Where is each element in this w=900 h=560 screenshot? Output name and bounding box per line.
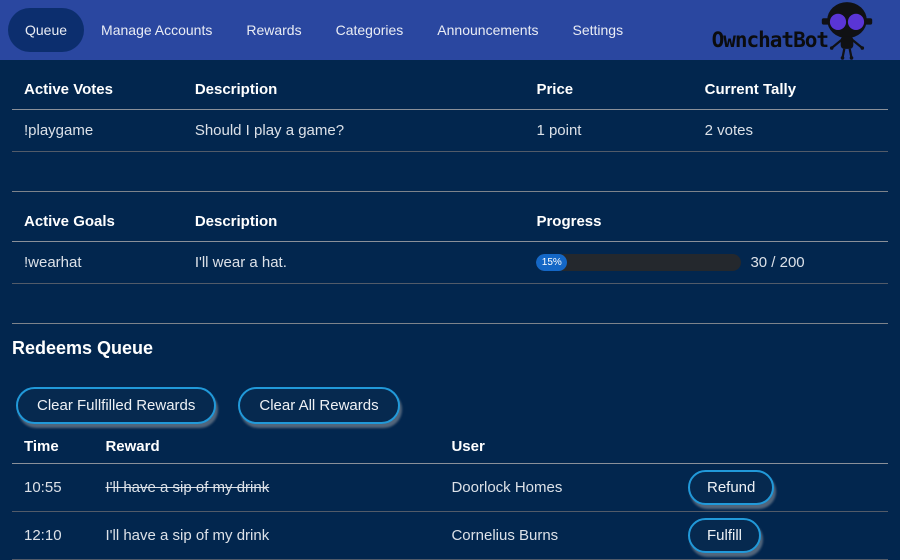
votes-header-command: Active Votes [12, 72, 183, 110]
nav-item-queue[interactable]: Queue [8, 8, 84, 52]
nav-item-announcements[interactable]: Announcements [420, 8, 555, 52]
votes-header-tally: Current Tally [693, 72, 888, 110]
redeems-header-user: User [439, 432, 676, 464]
redeem-user: Cornelius Burns [439, 512, 676, 560]
nav-item-rewards[interactable]: Rewards [229, 8, 318, 52]
redeems-header-time: Time [12, 432, 93, 464]
table-row: 12:10 I'll have a sip of my drink Cornel… [12, 512, 888, 560]
vote-description: Should I play a game? [183, 110, 525, 152]
progress-percent-label: 15% [542, 258, 562, 268]
page-title: Redeems Queue [12, 338, 888, 359]
redeem-reward: I'll have a sip of my drink [93, 464, 439, 512]
clear-all-rewards-button[interactable]: Clear All Rewards [238, 387, 399, 424]
logo-text: OwnchatBot [712, 30, 828, 60]
redeem-action-cell: Fulfill [676, 512, 888, 560]
redeems-header-reward: Reward [93, 432, 439, 464]
nav-item-manage-accounts[interactable]: Manage Accounts [84, 8, 229, 52]
redeems-header-row: Time Reward User [12, 432, 888, 464]
votes-header-description: Description [183, 72, 525, 110]
progress-bar: 15% [536, 254, 741, 271]
redeem-reward: I'll have a sip of my drink [93, 512, 439, 560]
redeem-time: 10:55 [12, 464, 93, 512]
nav-item-settings[interactable]: Settings [555, 8, 640, 52]
goals-header-row: Active Goals Description Progress [12, 204, 888, 242]
votes-header-price: Price [524, 72, 692, 110]
redeems-actions: Clear Fullfilled Rewards Clear All Rewar… [12, 387, 888, 424]
table-row: 10:55 I'll have a sip of my drink Doorlo… [12, 464, 888, 512]
redeem-time: 12:10 [12, 512, 93, 560]
goals-header-description: Description [183, 204, 525, 242]
top-nav: Queue Manage Accounts Rewards Categories… [0, 0, 900, 60]
section-divider [12, 191, 888, 192]
goal-progress-cell: 15% 30 / 200 [524, 242, 888, 284]
goal-command: !wearhat [12, 242, 183, 284]
logo: OwnchatBot [712, 0, 874, 60]
nav-item-categories[interactable]: Categories [319, 8, 421, 52]
clear-fulfilled-rewards-button[interactable]: Clear Fullfilled Rewards [16, 387, 216, 424]
section-divider [12, 323, 888, 324]
vote-command: !playgame [12, 110, 183, 152]
refund-button[interactable]: Refund [688, 470, 774, 505]
goals-header-command: Active Goals [12, 204, 183, 242]
redeem-action-cell: Refund [676, 464, 888, 512]
goal-description: I'll wear a hat. [183, 242, 525, 284]
robot-mascot-icon [820, 0, 874, 60]
table-row: !playgame Should I play a game? 1 point … [12, 110, 888, 152]
redeems-header-action [676, 432, 888, 464]
active-votes-table: Active Votes Description Price Current T… [12, 72, 888, 152]
redeems-queue-table: Time Reward User 10:55 I'll have a sip o… [12, 432, 888, 560]
table-row: !wearhat I'll wear a hat. 15% 30 / 200 [12, 242, 888, 284]
fulfill-button[interactable]: Fulfill [688, 518, 761, 553]
progress-count-label: 30 / 200 [750, 252, 804, 273]
redeem-user: Doorlock Homes [439, 464, 676, 512]
active-goals-table: Active Goals Description Progress !wearh… [12, 204, 888, 284]
votes-header-row: Active Votes Description Price Current T… [12, 72, 888, 110]
vote-price: 1 point [524, 110, 692, 152]
main-content: Active Votes Description Price Current T… [12, 72, 888, 560]
goals-header-progress: Progress [524, 204, 888, 242]
vote-tally: 2 votes [693, 110, 888, 152]
progress-bar-fill: 15% [536, 254, 567, 271]
